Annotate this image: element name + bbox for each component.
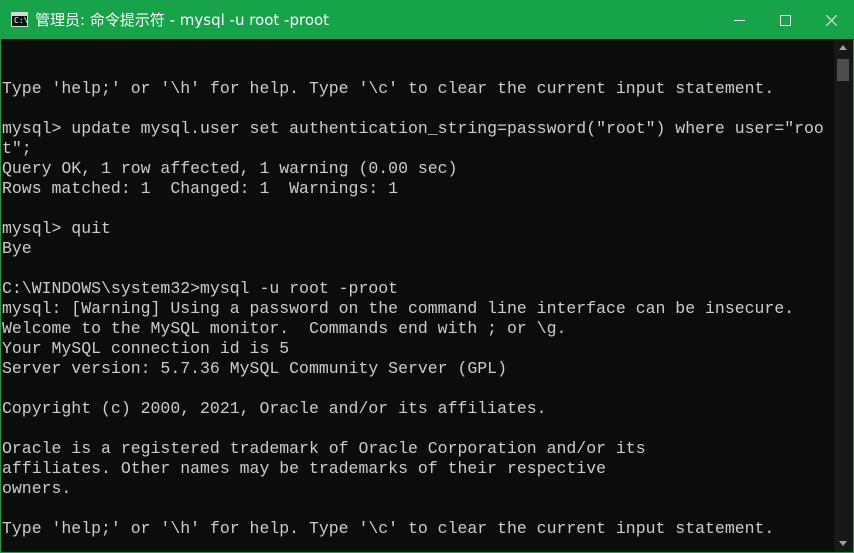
cmd-icon[interactable]: C:\ xyxy=(11,12,28,27)
maximize-icon xyxy=(780,15,791,26)
console-line: Server version: 5.7.36 MySQL Community S… xyxy=(2,359,507,378)
minimize-button[interactable] xyxy=(716,1,762,39)
console-line: Type 'help;' or '\h' for help. Type '\c'… xyxy=(2,519,775,538)
console-line: mysql> update mysql.user set authenticat… xyxy=(2,119,824,138)
console-line: t"; xyxy=(2,139,32,158)
console-output[interactable]: Type 'help;' or '\h' for help. Type '\c'… xyxy=(2,39,828,552)
console-line: C:\WINDOWS\system32>mysql -u root -proot xyxy=(2,279,399,298)
console-line: mysql: [Warning] Using a password on the… xyxy=(2,299,795,318)
console-line: affiliates. Other names may be trademark… xyxy=(2,459,606,478)
console-line: owners. xyxy=(2,479,72,498)
minimize-icon xyxy=(734,20,745,21)
console-line: Bye xyxy=(2,239,32,258)
vertical-scrollbar[interactable] xyxy=(834,39,853,552)
maximize-button[interactable] xyxy=(762,1,808,39)
console-line: Oracle is a registered trademark of Orac… xyxy=(2,439,646,458)
console-line: mysql> quit xyxy=(2,219,111,238)
console-line: Type 'help;' or '\h' for help. Type '\c'… xyxy=(2,79,775,98)
close-icon xyxy=(826,15,837,26)
console-line: Copyright (c) 2000, 2021, Oracle and/or … xyxy=(2,399,547,418)
scroll-up-icon[interactable] xyxy=(839,45,847,50)
console-line: Query OK, 1 row affected, 1 warning (0.0… xyxy=(2,159,458,178)
close-button[interactable] xyxy=(808,1,853,39)
command-prompt-window: C:\ 管理员: 命令提示符 - mysql -u root -proot Ty… xyxy=(0,0,854,553)
scroll-thumb[interactable] xyxy=(837,59,849,81)
console-line: Your MySQL connection id is 5 xyxy=(2,339,290,358)
title-bar[interactable]: C:\ 管理员: 命令提示符 - mysql -u root -proot xyxy=(1,1,853,39)
console-line: Rows matched: 1 Changed: 1 Warnings: 1 xyxy=(2,179,399,198)
scroll-down-icon[interactable] xyxy=(839,541,847,546)
window-title: 管理员: 命令提示符 - mysql -u root -proot xyxy=(35,11,330,29)
cmd-icon-glyph: C:\ xyxy=(14,16,29,25)
console-line: Welcome to the MySQL monitor. Commands e… xyxy=(2,319,567,338)
